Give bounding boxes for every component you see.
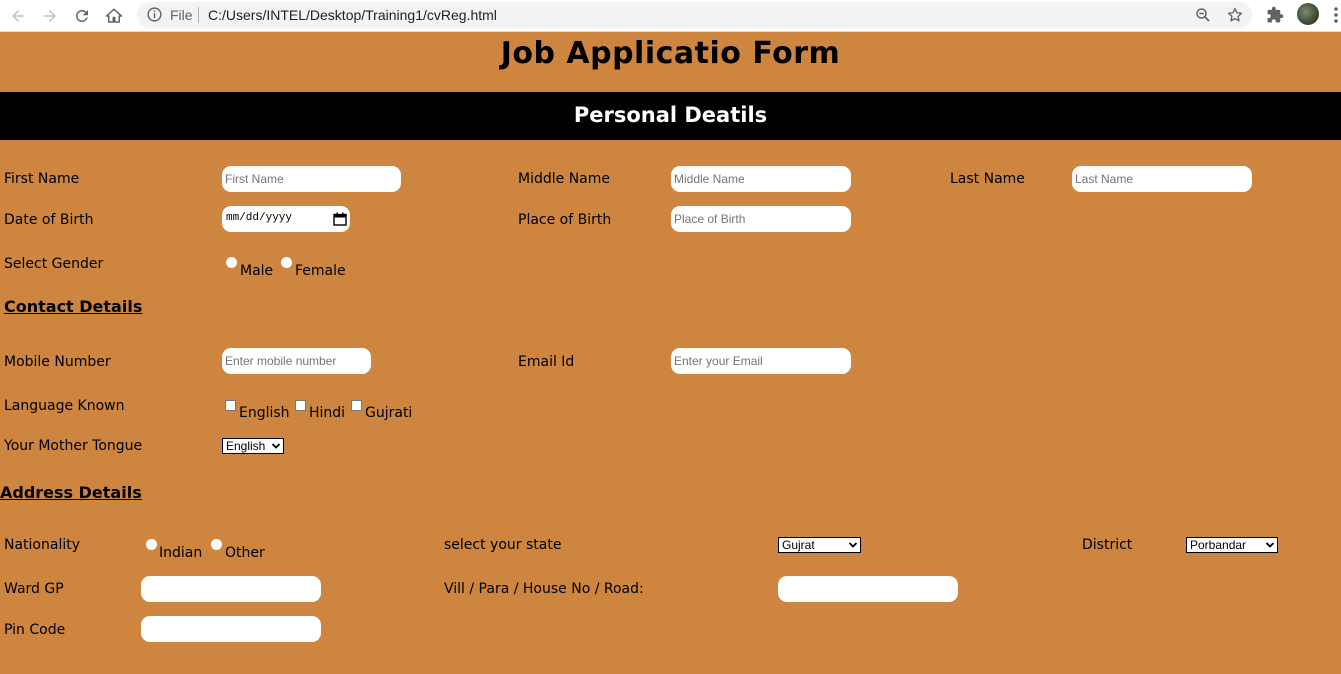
nationality-indian-label: Indian (159, 545, 203, 561)
village-label: Vill / Para / House No / Road: (444, 581, 644, 597)
gender-female-label: Female (295, 263, 346, 279)
page-title: Job Applicatio Form (500, 36, 841, 71)
district-value: Porbandar (1190, 538, 1247, 552)
nationality-indian-radio[interactable] (146, 539, 157, 550)
language-english-checkbox[interactable] (225, 400, 236, 411)
nationality-other-label: Other (225, 545, 265, 561)
ward-gp-input[interactable] (141, 576, 321, 602)
browser-toolbar: File C:/Users/INTEL/Desktop/Training1/cv… (0, 0, 1341, 32)
address-details-heading: Address Details (0, 483, 142, 502)
page-body: Job Applicatio Form Personal Deatils Fir… (0, 32, 1341, 674)
language-hindi-checkbox[interactable] (295, 400, 306, 411)
section-header-bar: Personal Deatils (0, 92, 1341, 140)
language-gujrati-checkbox[interactable] (351, 400, 362, 411)
mother-tongue-value: English (226, 439, 266, 453)
state-label: select your state (444, 537, 562, 553)
arrow-right-icon (44, 10, 56, 22)
mother-tongue-select[interactable]: English (222, 438, 284, 454)
chevron-down-icon (271, 443, 281, 449)
mobile-label: Mobile Number (4, 354, 111, 370)
forward-button[interactable] (38, 4, 62, 28)
ward-gp-label: Ward GP (4, 581, 64, 597)
address-bar[interactable]: File C:/Users/INTEL/Desktop/Training1/cv… (137, 2, 1252, 28)
chevron-down-icon (848, 542, 858, 548)
mother-tongue-label: Your Mother Tongue (4, 438, 143, 454)
home-button[interactable] (102, 4, 126, 28)
first-name-input[interactable] (222, 166, 401, 192)
language-english-label: English (239, 405, 290, 421)
nationality-other-radio[interactable] (211, 539, 222, 550)
info-icon[interactable] (146, 6, 163, 23)
last-name-input[interactable] (1072, 166, 1252, 192)
gender-male-label: Male (240, 263, 274, 279)
zoom-icon[interactable] (1194, 6, 1212, 24)
pob-label: Place of Birth (518, 212, 612, 228)
extensions-puzzle-icon[interactable] (1266, 6, 1284, 24)
nationality-label: Nationality (4, 537, 81, 553)
calendar-icon[interactable] (333, 212, 347, 226)
last-name-label: Last Name (950, 171, 1025, 187)
arrow-left-icon (12, 10, 24, 22)
state-select[interactable]: Gujrat (778, 537, 861, 553)
gender-female-radio[interactable] (281, 257, 292, 268)
dob-label: Date of Birth (4, 212, 94, 228)
file-label: File (170, 7, 193, 23)
profile-avatar[interactable] (1297, 3, 1319, 25)
district-select[interactable]: Porbandar (1186, 537, 1278, 553)
email-label: Email Id (518, 354, 575, 370)
contact-details-heading: Contact Details (4, 297, 143, 316)
reload-icon (75, 9, 88, 22)
mobile-input[interactable] (222, 348, 371, 374)
language-hindi-label: Hindi (309, 405, 346, 421)
kebab-menu-icon[interactable] (1332, 5, 1340, 25)
back-button[interactable] (6, 4, 30, 28)
pob-input[interactable] (671, 206, 851, 232)
email-input[interactable] (671, 348, 851, 374)
bookmark-star-icon[interactable] (1226, 6, 1244, 24)
language-known-label: Language Known (4, 398, 125, 414)
first-name-label: First Name (4, 171, 80, 187)
gender-label: Select Gender (4, 256, 104, 272)
section-title: Personal Deatils (573, 103, 768, 127)
state-value: Gujrat (782, 538, 815, 552)
middle-name-label: Middle Name (518, 171, 610, 187)
chevron-down-icon (1265, 542, 1275, 548)
gender-male-radio[interactable] (226, 257, 237, 268)
language-gujrati-label: Gujrati (365, 405, 413, 421)
district-label: District (1082, 537, 1133, 553)
village-input[interactable] (778, 576, 958, 602)
pin-code-input[interactable] (141, 616, 321, 642)
url-text[interactable]: C:/Users/INTEL/Desktop/Training1/cvReg.h… (208, 7, 497, 23)
middle-name-input[interactable] (671, 166, 851, 192)
dob-value: mm/dd/yyyy (226, 212, 293, 224)
dob-date-input[interactable]: mm/dd/yyyy (222, 206, 350, 232)
url-divider (198, 7, 199, 23)
home-icon (105, 8, 123, 23)
reload-button[interactable] (70, 4, 94, 28)
pin-code-label: Pin Code (4, 622, 66, 638)
